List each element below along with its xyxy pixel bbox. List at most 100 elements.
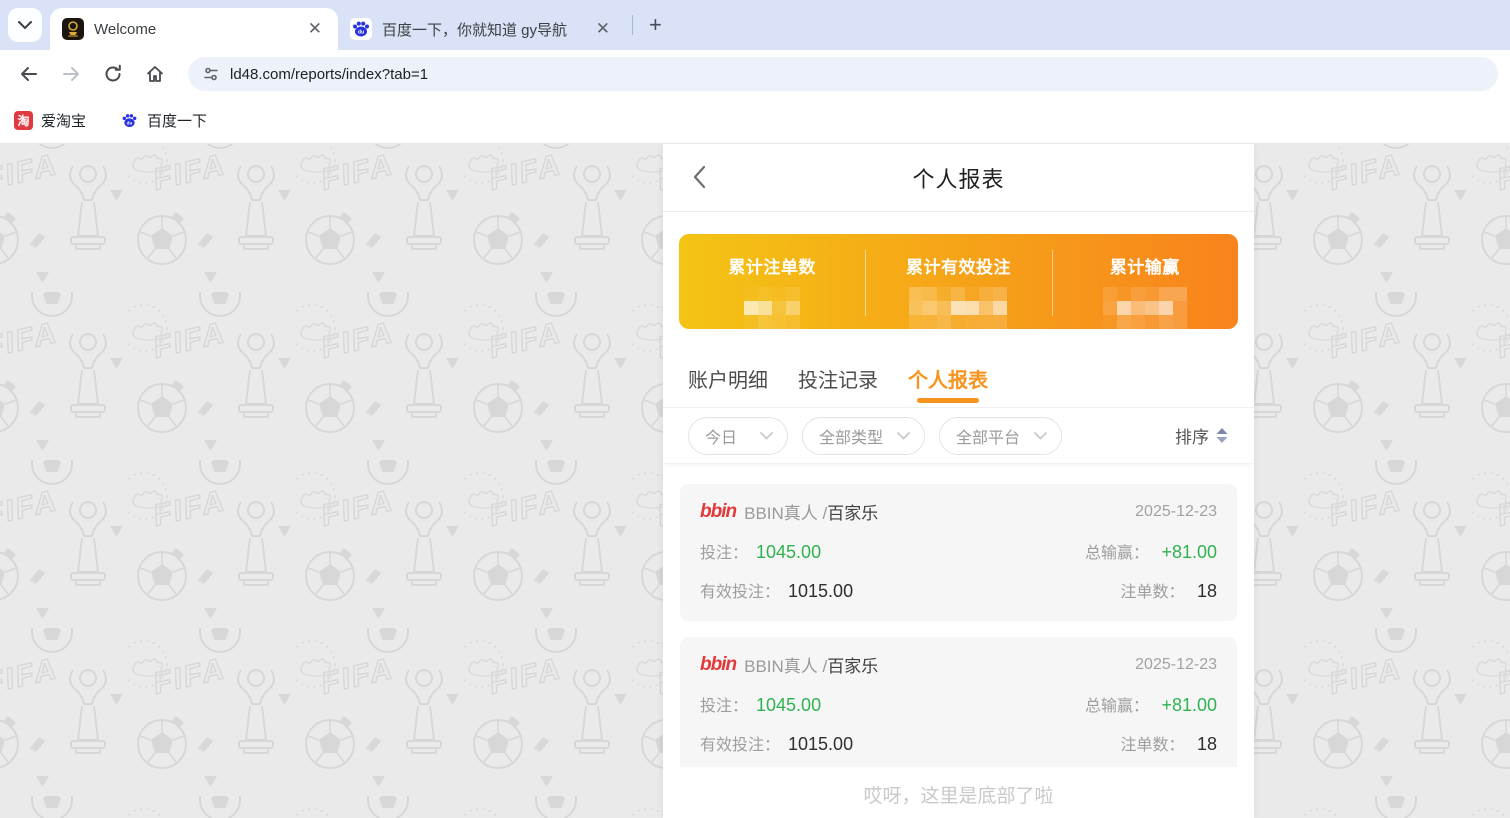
svg-text:FIFA: FIFA (150, 652, 229, 701)
svg-text:淘: 淘 (17, 113, 29, 128)
reload-button[interactable] (96, 57, 130, 91)
forward-button[interactable] (54, 57, 88, 91)
bookmarks-bar: 淘 爱淘宝 du 百度一下 (0, 98, 1510, 144)
tab-welcome[interactable]: Welcome ✕ (50, 8, 338, 50)
filter-row: 今日 全部类型 全部平台 排序 (663, 407, 1254, 464)
url-text: ld48.com/reports/index?tab=1 (230, 66, 428, 83)
stat-total-bets: 累计注单数 (679, 234, 865, 329)
censored-value-mosaic (909, 287, 1007, 329)
svg-text:FIFA: FIFA (1326, 148, 1405, 197)
bet-value: 1045.00 (756, 695, 821, 716)
bookmark-baidu[interactable]: du 百度一下 (120, 110, 207, 131)
reload-icon (103, 64, 123, 84)
filter-type-dropdown[interactable]: 全部类型 (802, 417, 925, 455)
tab-divider (632, 15, 633, 35)
game-name: 百家乐 (827, 499, 878, 524)
tab-close-icon[interactable]: ✕ (590, 17, 616, 41)
tab-bet-records[interactable]: 投注记录 (798, 349, 878, 407)
chevron-down-icon (760, 432, 773, 440)
bbin-logo: bbin (700, 501, 736, 523)
end-of-list-text: 哎呀，这里是底部了啦 (663, 767, 1254, 818)
chevron-down-icon (1034, 432, 1047, 440)
censored-value-mosaic (1103, 287, 1187, 329)
bet-count-value: 18 (1197, 581, 1217, 601)
report-list: bbin BBIN真人 / 百家乐 2025-12-23 投注： 1045.00… (663, 464, 1254, 767)
report-card: bbin BBIN真人 / 百家乐 2025-12-23 投注： 1045.00… (680, 484, 1237, 621)
bookmark-label: 爱淘宝 (41, 110, 86, 131)
record-date: 2025-12-23 (1135, 656, 1217, 674)
bet-label: 投注： (700, 539, 748, 563)
home-button[interactable] (138, 57, 172, 91)
home-icon (145, 64, 165, 84)
stat-label: 累计有效投注 (865, 253, 1051, 278)
filter-platform-dropdown[interactable]: 全部平台 (939, 417, 1062, 455)
svg-text:FIFA: FIFA (318, 652, 397, 701)
valid-bet-label: 有效投注： (700, 578, 780, 602)
svg-text:FIFA: FIFA (150, 484, 229, 533)
bookmark-aitaobao[interactable]: 淘 爱淘宝 (14, 110, 86, 131)
svg-text:FIFA: FIFA (486, 484, 565, 533)
svg-text:FIFA: FIFA (150, 148, 229, 197)
filter-label: 全部类型 (819, 424, 883, 448)
bet-count-value: 18 (1197, 734, 1217, 754)
back-button[interactable] (12, 57, 46, 91)
winloss-label: 总输赢： (1085, 545, 1149, 562)
platform-name: BBIN真人 / (744, 652, 827, 677)
winloss-value: +81.00 (1161, 695, 1217, 715)
tab-close-icon[interactable]: ✕ (302, 17, 328, 41)
svg-text:FIFA: FIFA (1326, 316, 1405, 365)
filter-date-dropdown[interactable]: 今日 (688, 417, 788, 455)
svg-text:du: du (358, 30, 365, 36)
content-tabs: 账户明细 投注记录 个人报表 (663, 349, 1254, 407)
svg-text:FIFA: FIFA (150, 316, 229, 365)
bet-value: 1045.00 (756, 542, 821, 563)
url-bar[interactable]: ld48.com/reports/index?tab=1 (188, 57, 1498, 91)
back-chevron-button[interactable] (691, 164, 707, 195)
panel-header: 个人报表 (663, 144, 1254, 212)
tab-account-details[interactable]: 账户明细 (688, 349, 768, 407)
winloss-value: +81.00 (1161, 542, 1217, 562)
browser-tab-strip: Welcome ✕ du 百度一下，你就知道 gy导航 ✕ + (0, 0, 1510, 50)
bet-label: 投注： (700, 692, 748, 716)
baidu-icon: du (120, 111, 139, 130)
new-tab-button[interactable]: + (639, 12, 672, 38)
forward-arrow-icon (61, 64, 81, 84)
chevron-left-icon (691, 164, 707, 190)
svg-text:FIFA: FIFA (0, 148, 61, 197)
tab-search-button[interactable] (8, 8, 42, 42)
taobao-icon: 淘 (14, 111, 33, 130)
game-crest-favicon-icon (62, 18, 84, 40)
bet-count-label: 注单数： (1121, 737, 1185, 754)
stat-label: 累计注单数 (679, 253, 865, 278)
filter-label: 全部平台 (956, 424, 1020, 448)
tab-title: Welcome (94, 21, 302, 38)
svg-text:FIFA: FIFA (0, 316, 61, 365)
report-card: bbin BBIN真人 / 百家乐 2025-12-23 投注： 1045.00… (680, 637, 1237, 767)
sort-label: 排序 (1175, 423, 1209, 448)
filter-label: 今日 (705, 424, 737, 448)
bookmark-label: 百度一下 (147, 110, 207, 131)
svg-text:FIFA: FIFA (486, 316, 565, 365)
sort-button[interactable]: 排序 (1175, 423, 1229, 448)
bbin-logo: bbin (700, 654, 736, 676)
tab-title: 百度一下，你就知道 gy导航 (382, 19, 590, 40)
game-name: 百家乐 (827, 652, 878, 677)
site-controls-icon (202, 65, 220, 83)
sort-arrows-icon (1215, 427, 1229, 444)
valid-bet-label: 有效投注： (700, 731, 780, 755)
svg-text:FIFA: FIFA (318, 148, 397, 197)
page-background: FIFA FIFA FIFA FIFA FIFA FIFA FIFA FIFA FIFA FIFA… (0, 144, 1510, 818)
bet-count-label: 注单数： (1121, 584, 1185, 601)
valid-bet-value: 1015.00 (788, 581, 853, 602)
baidu-paw-favicon-icon: du (350, 18, 372, 40)
svg-text:FIFA: FIFA (486, 652, 565, 701)
report-panel: 个人报表 累计注单数 累计有效投注 累计输赢 账户明细 投注记录 个人报表 今日 (663, 144, 1254, 818)
chevron-down-icon (897, 432, 910, 440)
tab-personal-report[interactable]: 个人报表 (908, 349, 988, 407)
valid-bet-value: 1015.00 (788, 734, 853, 755)
svg-text:FIFA: FIFA (318, 316, 397, 365)
winloss-label: 总输赢： (1085, 698, 1149, 715)
stat-label: 累计输赢 (1052, 253, 1238, 278)
back-arrow-icon (19, 64, 39, 84)
tab-baidu[interactable]: du 百度一下，你就知道 gy导航 ✕ (338, 8, 626, 50)
